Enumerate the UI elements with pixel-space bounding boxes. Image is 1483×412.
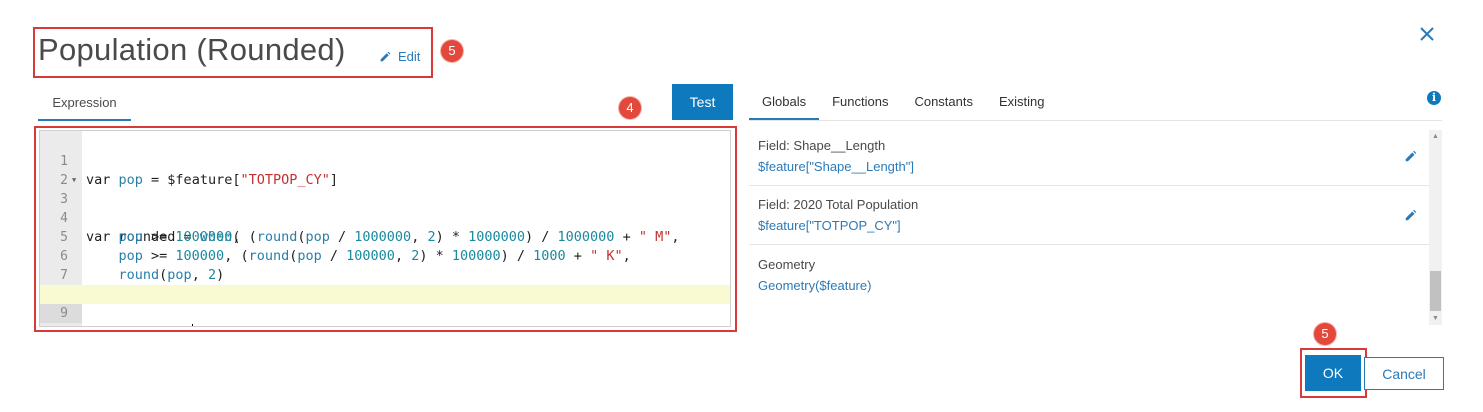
scrollbar-thumb[interactable]: [1430, 271, 1441, 311]
info-icon[interactable]: i: [1427, 91, 1441, 105]
field-value-link[interactable]: Geometry($feature): [758, 278, 871, 293]
code-text: text(rounded): [86, 323, 193, 326]
tabs-divider: [749, 120, 1442, 121]
code-line-active[interactable]: 9 text(rounded): [40, 285, 730, 326]
pencil-icon: [380, 51, 391, 62]
right-panel-tabs: Globals Functions Constants Existing: [749, 92, 1058, 120]
step-badge: 5: [1314, 323, 1336, 345]
step-badge: 5: [441, 40, 463, 62]
text-cursor: [191, 324, 193, 326]
tab-globals[interactable]: Globals: [749, 92, 820, 120]
list-item: Geometry Geometry($feature): [749, 245, 1429, 305]
code-line[interactable]: 3 ▼ var rounded = when(: [40, 171, 730, 245]
edit-title-link[interactable]: Edit: [379, 49, 420, 64]
scroll-down-icon[interactable]: ▼: [1429, 312, 1442, 325]
step-badge: 4: [619, 97, 641, 119]
globals-list: Field: Shape__Length $feature["Shape__Le…: [749, 130, 1429, 325]
code-editor[interactable]: 1 var pop = $feature["TOTPOP_CY"] 2 3 ▼ …: [39, 130, 731, 327]
code-line[interactable]: 7 ): [40, 247, 730, 302]
field-label: Field: 2020 Total Population: [758, 197, 919, 212]
field-label: Field: Shape__Length: [758, 138, 886, 153]
list-item: Field: 2020 Total Population $feature["T…: [749, 186, 1429, 245]
code-line[interactable]: 1 var pop = $feature["TOTPOP_CY"]: [40, 133, 730, 188]
code-line[interactable]: 4 pop >= 1000000, (round(pop / 1000000, …: [40, 190, 730, 245]
scrollbar[interactable]: ▲ ▼: [1429, 130, 1442, 325]
page-title: Population (Rounded): [38, 32, 346, 67]
list-item: Field: Shape__Length $feature["Shape__Le…: [749, 130, 1429, 186]
code-line[interactable]: 5 pop >= 100000, (round(pop / 100000, 2)…: [40, 209, 730, 264]
close-icon: [1420, 27, 1434, 41]
field-value-link[interactable]: $feature["Shape__Length"]: [758, 159, 914, 174]
fold-arrow-icon[interactable]: ▼: [72, 171, 76, 190]
test-button[interactable]: Test: [672, 84, 733, 120]
code-line[interactable]: 8: [40, 266, 730, 302]
code-line[interactable]: 6 round(pop, 2): [40, 228, 730, 283]
close-button[interactable]: [1417, 24, 1437, 44]
tab-existing[interactable]: Existing: [986, 92, 1058, 120]
pencil-icon[interactable]: [1404, 208, 1418, 222]
cancel-button[interactable]: Cancel: [1364, 357, 1444, 390]
code-line[interactable]: 2: [40, 152, 730, 188]
tab-constants[interactable]: Constants: [901, 92, 986, 120]
tab-expression[interactable]: Expression: [38, 94, 131, 121]
tab-functions[interactable]: Functions: [819, 92, 901, 120]
scroll-up-icon[interactable]: ▲: [1429, 130, 1442, 143]
field-value-link[interactable]: $feature["TOTPOP_CY"]: [758, 218, 901, 233]
pencil-icon[interactable]: [1404, 149, 1418, 163]
field-label: Geometry: [758, 257, 816, 272]
edit-label: Edit: [398, 49, 421, 64]
ok-button[interactable]: OK: [1305, 355, 1361, 391]
line-number: 9: [40, 304, 82, 323]
